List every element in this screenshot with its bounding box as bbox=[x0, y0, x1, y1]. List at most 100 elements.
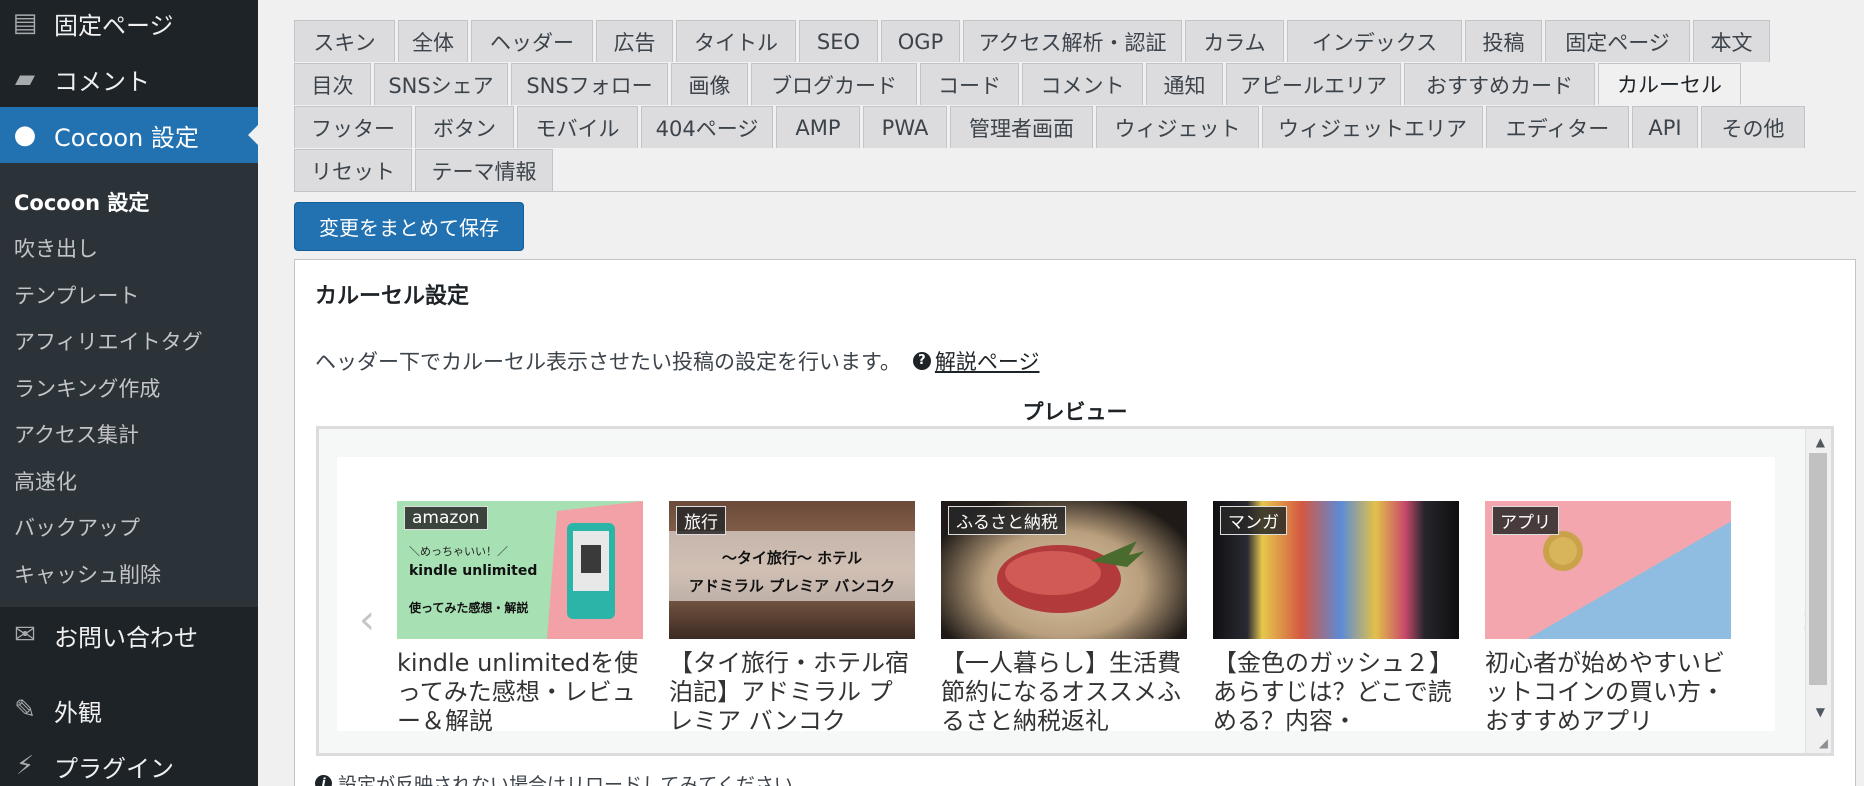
tab-mobile[interactable]: モバイル bbox=[517, 106, 638, 148]
carousel-card[interactable]: アプリ 初心者が始めやすいビットコインの買い方・おすすめアプリ bbox=[1485, 501, 1731, 736]
tab-analytics-auth[interactable]: アクセス解析・認証 bbox=[963, 20, 1182, 62]
tab-blogcard[interactable]: ブログカード bbox=[751, 63, 917, 105]
tab-pwa[interactable]: PWA bbox=[863, 106, 947, 148]
tab-404[interactable]: 404ページ bbox=[641, 106, 773, 148]
chevron-left-icon[interactable]: ‹ bbox=[359, 597, 375, 643]
carousel-card[interactable]: 旅行 ～タイ旅行～ ホテル アドミラル プレミア バンコク 【タイ旅行・ホテル宿… bbox=[669, 501, 915, 736]
submenu-item-speedup[interactable]: 高速化 bbox=[14, 466, 77, 496]
card-thumbnail: マンガ bbox=[1213, 501, 1459, 639]
tab-index[interactable]: インデックス bbox=[1287, 20, 1462, 62]
brush-icon: ✎ bbox=[14, 695, 36, 725]
carousel-preview-frame[interactable]: ‹ › amazon ＼めっちゃいい！／ kindle unlimited 使っ… bbox=[316, 426, 1834, 756]
info-icon: i bbox=[315, 775, 332, 786]
sidebar-item-label: 外観 bbox=[54, 698, 102, 727]
sidebar-item-pages[interactable]: ▤ 固定ページ bbox=[0, 0, 258, 51]
panel-title: カルーセル設定 bbox=[315, 284, 470, 309]
save-all-button[interactable]: 変更をまとめて保存 bbox=[294, 202, 524, 251]
sidebar-item-appearance[interactable]: ✎ 外観 bbox=[0, 682, 258, 738]
tab-appeal-area[interactable]: アピールエリア bbox=[1226, 63, 1401, 105]
sidebar-item-label: コメント bbox=[54, 67, 150, 96]
tab-general[interactable]: 全体 bbox=[398, 20, 468, 62]
preview-label: プレビュー bbox=[1022, 400, 1128, 424]
tab-code[interactable]: コード bbox=[920, 63, 1019, 105]
submenu-item-affiliate-tag[interactable]: アフィリエイトタグ bbox=[14, 326, 203, 356]
sidebar-item-comments[interactable]: ▰ コメント bbox=[0, 51, 258, 107]
page-icon: ▤ bbox=[12, 8, 38, 38]
sidebar-item-label: お問い合わせ bbox=[54, 623, 198, 652]
tab-editor[interactable]: エディター bbox=[1486, 106, 1629, 148]
tab-sns-share[interactable]: SNSシェア bbox=[374, 63, 508, 105]
submenu-item-access-stats[interactable]: アクセス集計 bbox=[14, 419, 139, 449]
submenu-item-backup[interactable]: バックアップ bbox=[14, 512, 140, 542]
carousel-card[interactable]: amazon ＼めっちゃいい！／ kindle unlimited 使ってみた感… bbox=[397, 501, 643, 736]
tab-page[interactable]: 固定ページ bbox=[1545, 20, 1690, 62]
sidebar-item-label: 固定ページ bbox=[54, 11, 174, 40]
card-category-badge: ふるさと納税 bbox=[948, 506, 1066, 535]
sidebar-item-cocoon[interactable]: ● Cocoon 設定 bbox=[0, 107, 258, 163]
card-thumbnail: amazon ＼めっちゃいい！／ kindle unlimited 使ってみた感… bbox=[397, 501, 643, 639]
tab-image[interactable]: 画像 bbox=[671, 63, 748, 105]
tab-carousel[interactable]: カルーセル bbox=[1598, 63, 1741, 105]
tab-amp[interactable]: AMP bbox=[776, 106, 860, 148]
submenu-item-template[interactable]: テンプレート bbox=[14, 280, 139, 310]
question-icon: ? bbox=[912, 352, 931, 370]
tab-divider bbox=[294, 191, 1856, 192]
card-title: kindle unlimitedを使ってみた感想・レビュー＆解説 bbox=[397, 649, 639, 735]
tab-reset[interactable]: リセット bbox=[294, 149, 412, 191]
help-page-link[interactable]: 解説ページ bbox=[935, 346, 1040, 376]
tab-notice[interactable]: 通知 bbox=[1146, 63, 1223, 105]
tab-widget-area[interactable]: ウィジェットエリア bbox=[1262, 106, 1483, 148]
tab-ads[interactable]: 広告 bbox=[596, 20, 673, 62]
tab-header[interactable]: ヘッダー bbox=[471, 20, 593, 62]
submenu-item-cocoon-settings[interactable]: Cocoon 設定 bbox=[14, 187, 149, 217]
cocoon-submenu: Cocoon 設定 吹き出し テンプレート アフィリエイトタグ ランキング作成 … bbox=[0, 163, 258, 607]
scroll-down-icon[interactable]: ▼ bbox=[1816, 705, 1825, 719]
tab-title[interactable]: タイトル bbox=[676, 20, 796, 62]
resize-grip-icon[interactable]: ◢ bbox=[1819, 736, 1828, 750]
tab-button[interactable]: ボタン bbox=[415, 106, 514, 148]
description-text: ヘッダー下でカルーセル表示させたい投稿の設定を行います。 bbox=[315, 350, 901, 374]
tab-post[interactable]: 投稿 bbox=[1465, 20, 1542, 62]
card-title: 【一人暮らし】生活費節約になるオススメふるさと納税返礼 bbox=[941, 649, 1181, 735]
card-thumbnail: 旅行 ～タイ旅行～ ホテル アドミラル プレミア バンコク bbox=[669, 501, 915, 639]
tab-skin[interactable]: スキン bbox=[294, 20, 395, 62]
card-title: 初心者が始めやすいビットコインの買い方・おすすめアプリ bbox=[1485, 649, 1725, 735]
mail-icon: ✉ bbox=[14, 620, 36, 650]
thumb-caption: kindle unlimited bbox=[409, 563, 538, 579]
card-title: 【タイ旅行・ホテル宿泊記】アドミラル プレミア バンコク bbox=[669, 649, 909, 735]
submenu-item-ranking[interactable]: ランキング作成 bbox=[14, 373, 160, 403]
tab-body[interactable]: 本文 bbox=[1693, 20, 1770, 62]
scroll-thumb[interactable] bbox=[1809, 453, 1827, 685]
tab-recommended-card[interactable]: おすすめカード bbox=[1404, 63, 1595, 105]
tab-api[interactable]: API bbox=[1632, 106, 1698, 148]
submenu-item-balloon[interactable]: 吹き出し bbox=[14, 233, 98, 263]
scroll-up-icon[interactable]: ▲ bbox=[1816, 435, 1825, 449]
tab-footer[interactable]: フッター bbox=[294, 106, 412, 148]
tab-theme-info[interactable]: テーマ情報 bbox=[415, 149, 553, 191]
tab-toc[interactable]: 目次 bbox=[294, 63, 371, 105]
cocoon-icon: ● bbox=[13, 120, 37, 150]
tab-comment[interactable]: コメント bbox=[1022, 63, 1143, 105]
tab-admin-screen[interactable]: 管理者画面 bbox=[950, 106, 1093, 148]
tab-other[interactable]: その他 bbox=[1701, 106, 1805, 148]
tab-seo[interactable]: SEO bbox=[799, 20, 878, 62]
sidebar-item-contact[interactable]: ✉ お問い合わせ bbox=[0, 607, 258, 663]
tab-column[interactable]: カラム bbox=[1185, 20, 1284, 62]
preview-scrollbar[interactable]: ▲ ▼ bbox=[1805, 429, 1831, 753]
sidebar-item-plugins[interactable]: ⚡ プラグイン bbox=[0, 738, 258, 786]
tab-sns-follow[interactable]: SNSフォロー bbox=[511, 63, 668, 105]
panel-description: ヘッダー下でカルーセル表示させたい投稿の設定を行います。 ? 解説ページ bbox=[315, 346, 1040, 376]
plugin-icon: ⚡ bbox=[15, 751, 35, 781]
comment-icon: ▰ bbox=[15, 64, 35, 94]
carousel-card[interactable]: ふるさと納税 【一人暮らし】生活費節約になるオススメふるさと納税返礼 bbox=[941, 501, 1187, 736]
admin-sidebar: ▤ 固定ページ ▰ コメント ● Cocoon 設定 Cocoon 設定 吹き出… bbox=[0, 0, 258, 786]
tab-ogp[interactable]: OGP bbox=[881, 20, 960, 62]
card-thumbnail: アプリ bbox=[1485, 501, 1731, 639]
card-thumbnail: ふるさと納税 bbox=[941, 501, 1187, 639]
reload-notice: i 設定が反映されない場合はリロードしてみてください。 bbox=[315, 770, 812, 786]
card-category-badge: マンガ bbox=[1220, 506, 1287, 535]
tab-widget[interactable]: ウィジェット bbox=[1096, 106, 1259, 148]
sidebar-item-label: Cocoon 設定 bbox=[54, 123, 199, 152]
submenu-item-cache-clear[interactable]: キャッシュ削除 bbox=[14, 559, 161, 589]
carousel-card[interactable]: マンガ 【金色のガッシュ２】あらすじは？どこで読める？内容・ bbox=[1213, 501, 1459, 736]
